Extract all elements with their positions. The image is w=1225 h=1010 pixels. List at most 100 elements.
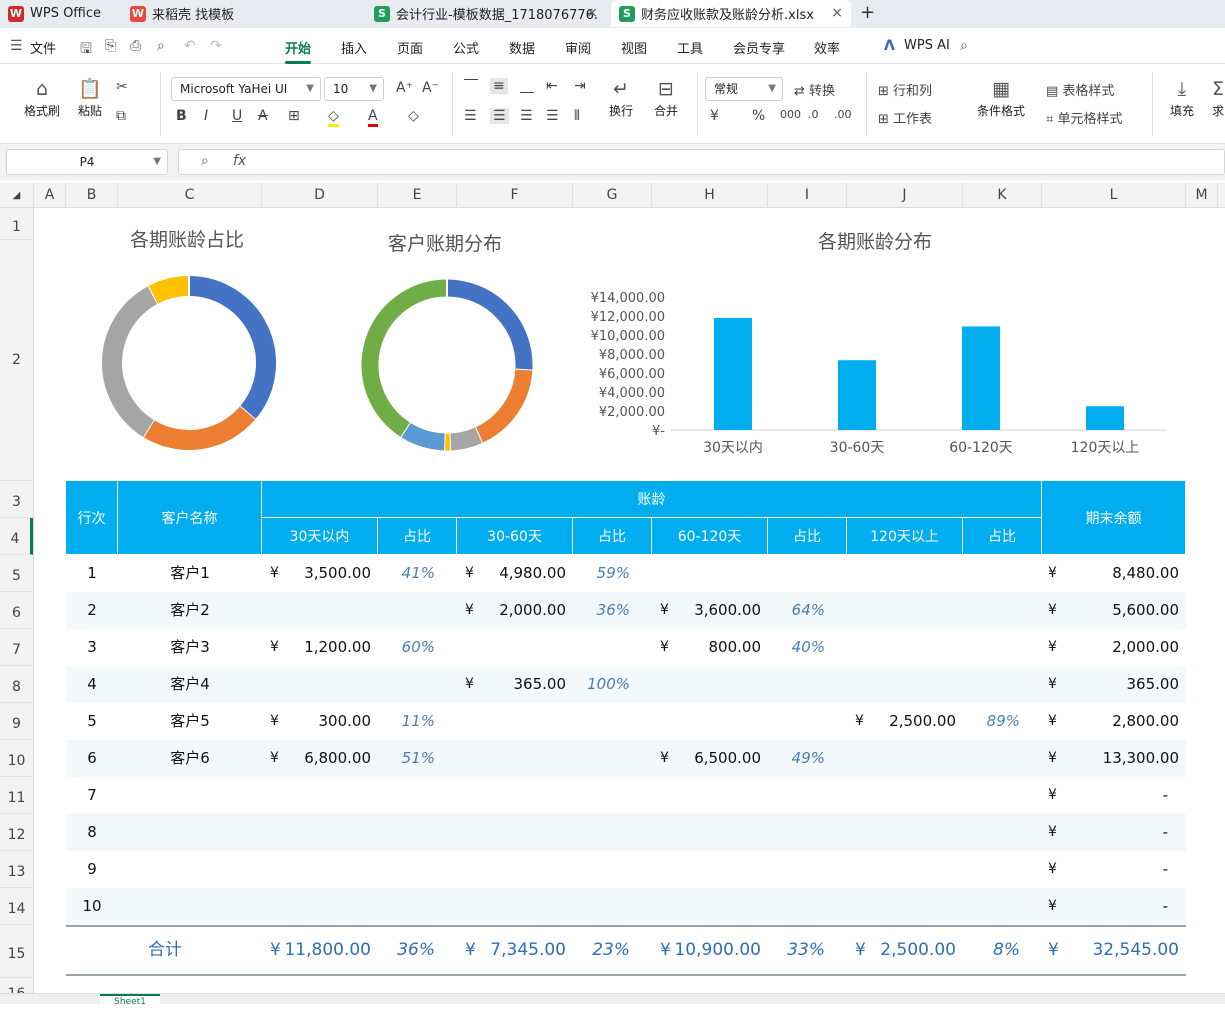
balance-cell[interactable]: 2,800.00 xyxy=(1042,703,1179,740)
align-top-icon[interactable]: ⎺ xyxy=(464,78,478,94)
bold-icon[interactable]: B xyxy=(176,108,187,124)
row-header-9[interactable]: 9 xyxy=(0,703,33,740)
fill-button[interactable]: ⤓填充 xyxy=(1162,76,1202,119)
table-style-button[interactable]: ▤ 表格样式 xyxy=(1046,80,1114,99)
balance-cell[interactable]: 32,545.00 xyxy=(1042,927,1179,974)
table-row[interactable]: 6客户6¥6,800.0051%¥6,500.0049%¥13,300.00 xyxy=(66,740,1186,777)
donut-slice[interactable] xyxy=(370,288,447,430)
percent-cell[interactable]: 51% xyxy=(378,740,435,777)
clear-icon[interactable]: ◇ xyxy=(408,108,419,124)
aging-bar-chart[interactable]: ¥14,000.00¥12,000.00¥10,000.00¥8,000.00¥… xyxy=(590,285,1175,465)
new-tab-icon[interactable]: + xyxy=(860,2,875,23)
table-row[interactable]: 10¥- xyxy=(66,888,1186,925)
amount-cell[interactable]: 6,800.00 xyxy=(262,740,371,777)
align-middle-icon[interactable]: ≡ xyxy=(490,78,508,94)
font-size-select[interactable]: 10▼ xyxy=(324,77,384,101)
table-row[interactable]: 3客户3¥1,200.0060%¥800.0040%¥2,000.00 xyxy=(66,629,1186,666)
amount-cell[interactable]: 3,600.00 xyxy=(652,592,761,629)
row-header-3[interactable]: 3 xyxy=(0,481,33,518)
table-row[interactable]: 8¥- xyxy=(66,814,1186,851)
thousands-icon[interactable]: 000 xyxy=(780,108,801,121)
table-row[interactable]: 4客户4¥365.00100%¥365.00 xyxy=(66,666,1186,703)
tab-3[interactable]: 公式 xyxy=(453,38,479,57)
font-color-icon[interactable]: A xyxy=(368,108,378,127)
customer-distribution-donut-chart[interactable] xyxy=(354,272,540,458)
bar[interactable] xyxy=(714,318,752,430)
file-menu[interactable]: 文件 xyxy=(30,38,56,57)
row-header-5[interactable]: 5 xyxy=(0,555,33,592)
row-header-4[interactable]: 4 xyxy=(0,518,33,555)
balance-cell[interactable]: 2,000.00 xyxy=(1042,629,1179,666)
align-center-icon[interactable]: ☰ xyxy=(490,108,509,124)
indent-increase-icon[interactable]: ⇥ xyxy=(574,78,586,94)
row-header-6[interactable]: 6 xyxy=(0,592,33,629)
percent-cell[interactable]: 41% xyxy=(378,555,435,592)
align-right-icon[interactable]: ☰ xyxy=(520,108,533,124)
percent-cell[interactable]: 11% xyxy=(378,703,435,740)
undo-icon[interactable]: ↶ xyxy=(184,38,196,54)
redo-icon[interactable]: ↷ xyxy=(210,38,222,54)
column-header-A[interactable]: A xyxy=(34,183,66,208)
fx-icon[interactable]: fx xyxy=(233,153,246,169)
amount-cell[interactable]: 1,200.00 xyxy=(262,629,371,666)
percent-cell[interactable]: 33% xyxy=(768,927,825,974)
balance-cell[interactable]: 5,600.00 xyxy=(1042,592,1179,629)
percent-icon[interactable]: % xyxy=(752,108,765,124)
balance-cell[interactable]: - xyxy=(1042,851,1168,888)
percent-cell[interactable]: 36% xyxy=(378,927,435,974)
sum-button[interactable]: Σ求 xyxy=(1208,76,1225,119)
font-grow-icon[interactable]: A⁺ xyxy=(396,80,413,96)
tab-1[interactable]: 插入 xyxy=(341,38,367,57)
donut-slice[interactable] xyxy=(189,286,266,413)
column-header-K[interactable]: K xyxy=(963,183,1042,208)
percent-cell[interactable]: 49% xyxy=(768,740,825,777)
font-name-select[interactable]: Microsoft YaHei UI▼ xyxy=(171,77,321,101)
tab-2[interactable]: 页面 xyxy=(397,38,423,57)
column-header-H[interactable]: H xyxy=(652,183,768,208)
row-header-7[interactable]: 7 xyxy=(0,629,33,666)
amount-cell[interactable]: 7,345.00 xyxy=(457,927,566,974)
print-preview-icon[interactable]: ⌕ xyxy=(157,38,165,54)
indent-decrease-icon[interactable]: ⇤ xyxy=(546,78,558,94)
total-row[interactable]: 合计¥11,800.0036%¥7,345.0023%¥10,900.0033%… xyxy=(66,925,1186,976)
border-icon[interactable]: ⊞ xyxy=(288,108,300,124)
percent-cell[interactable]: 40% xyxy=(768,629,825,666)
sheet-tab[interactable]: Sheet1 xyxy=(100,994,160,1005)
bar[interactable] xyxy=(838,360,876,430)
percent-cell[interactable]: 23% xyxy=(573,927,630,974)
column-header-C[interactable]: C xyxy=(118,183,262,208)
bar[interactable] xyxy=(1086,406,1124,430)
row-header-1[interactable]: 1 xyxy=(0,208,33,240)
row-header-12[interactable]: 12 xyxy=(0,814,33,851)
donut-slice[interactable] xyxy=(148,413,247,440)
row-header-15[interactable]: 15 xyxy=(0,925,33,978)
tab-9[interactable]: 效率 xyxy=(814,38,840,57)
underline-icon[interactable]: U xyxy=(232,108,242,124)
save-icon[interactable]: 🖫 xyxy=(80,38,92,62)
balance-cell[interactable]: - xyxy=(1042,814,1168,851)
row-col-button[interactable]: ⊞ 行和列 xyxy=(878,80,932,99)
column-header-G[interactable]: G xyxy=(573,183,652,208)
window-tab[interactable]: S财务应收账款及账龄分析.xlsx× xyxy=(611,0,851,27)
paste-button[interactable]: 📋粘贴 xyxy=(70,76,110,119)
row-header-8[interactable]: 8 xyxy=(0,666,33,703)
window-tab[interactable]: W来稻壳 找模板 xyxy=(122,0,362,27)
close-icon[interactable]: × xyxy=(586,5,598,21)
wps-ai-button[interactable]: WPS AI xyxy=(904,38,950,53)
donut-slice[interactable] xyxy=(479,370,524,435)
decimal-decrease-icon[interactable]: .00 xyxy=(834,108,852,121)
column-header-I[interactable]: I xyxy=(768,183,847,208)
column-header-L[interactable]: L xyxy=(1042,183,1186,208)
percent-cell[interactable]: 36% xyxy=(573,592,630,629)
percent-cell[interactable]: 8% xyxy=(963,927,1020,974)
amount-cell[interactable]: 2,500.00 xyxy=(847,703,956,740)
amount-cell[interactable]: 2,000.00 xyxy=(457,592,566,629)
align-bottom-icon[interactable]: ⎽ xyxy=(520,78,534,94)
export-icon[interactable]: ⎘ xyxy=(105,38,116,54)
amount-cell[interactable]: 300.00 xyxy=(262,703,371,740)
donut-slice[interactable] xyxy=(447,288,524,370)
amount-cell[interactable]: 6,500.00 xyxy=(652,740,761,777)
hamburger-icon[interactable]: ☰ xyxy=(10,38,23,54)
percent-cell[interactable]: 60% xyxy=(378,629,435,666)
donut-slice[interactable] xyxy=(153,286,189,295)
